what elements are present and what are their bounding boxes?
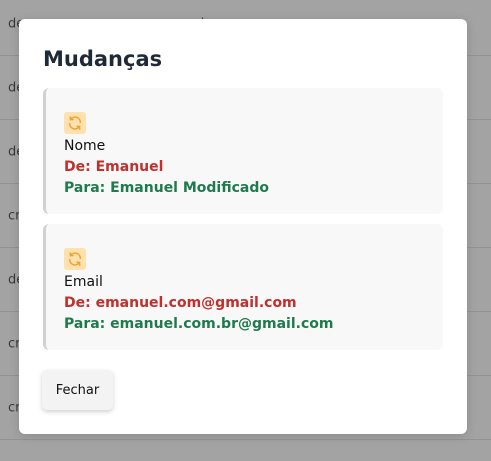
close-button[interactable]: Fechar (42, 370, 113, 410)
change-field-label: Nome (64, 138, 106, 154)
change-from-value: De: emanuel.com@gmail.com (64, 295, 297, 311)
change-to-value: Para: emanuel.com.br@gmail.com (64, 316, 334, 332)
change-card-email: Email De: emanuel.com@gmail.com Para: em… (43, 224, 443, 350)
modal-title: Mudanças (43, 47, 163, 71)
changes-modal: Mudanças Nome De: Emanuel Para: Emanuel … (19, 19, 467, 434)
refresh-icon (64, 248, 86, 270)
change-field-label: Email (64, 274, 103, 290)
change-to-value: Para: Emanuel Modificado (64, 180, 269, 196)
change-from-value: De: Emanuel (64, 159, 164, 175)
refresh-icon (64, 112, 86, 134)
change-card-name: Nome De: Emanuel Para: Emanuel Modificad… (43, 88, 443, 214)
